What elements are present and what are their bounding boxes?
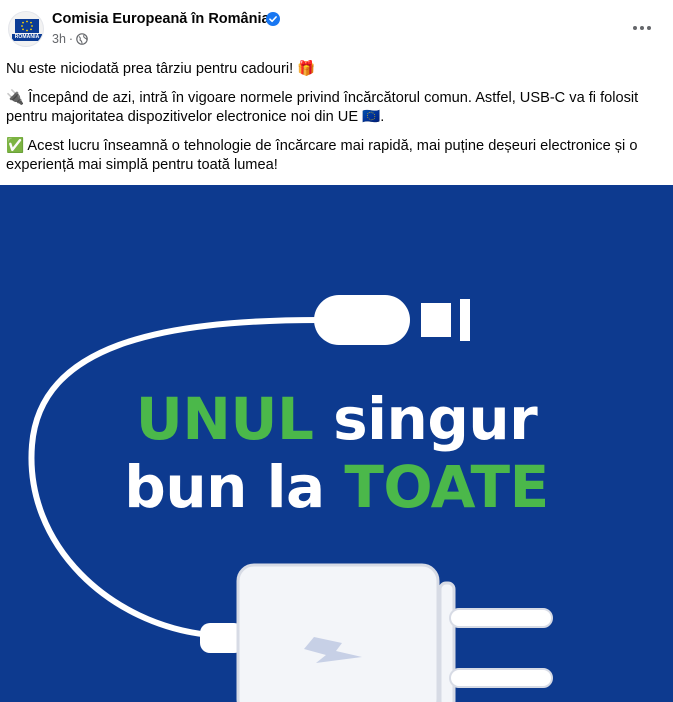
charger-prong-top	[449, 608, 553, 628]
charger-prong-bottom	[449, 668, 553, 688]
usb-c-connector-pin	[460, 299, 470, 341]
eu-flag-icon	[15, 19, 39, 33]
usb-c-connector-tip	[421, 303, 451, 337]
post-header: ROMÂNIA Comisia Europeană în România 3h ·	[0, 0, 673, 56]
post-paragraph-1: Nu este niciodată prea târziu pentru cad…	[6, 61, 316, 77]
avatar-country-label: ROMÂNIA	[12, 34, 42, 41]
post-text: Nu este niciodată prea târziu pentru cad…	[6, 60, 666, 185]
globe-icon[interactable]	[76, 33, 88, 45]
post-meta: 3h ·	[52, 32, 88, 46]
headline-line-2: bun la TOATE	[0, 453, 673, 521]
page-avatar[interactable]: ROMÂNIA	[8, 11, 44, 47]
more-options-button[interactable]	[628, 14, 656, 42]
page-name[interactable]: Comisia Europeană în România	[52, 11, 270, 27]
headline-word-toate: TOATE	[344, 453, 549, 521]
verified-badge-icon	[266, 12, 280, 26]
headline-word-bun-la: bun la	[124, 453, 345, 521]
headline-line-1: UNUL singur	[0, 385, 673, 453]
headline-word-unul: UNUL	[135, 385, 314, 453]
post-paragraph-3: ✅ Acest lucru înseamnă o tehnologie de î…	[6, 137, 638, 174]
meta-separator: ·	[68, 32, 74, 46]
more-options-icon	[633, 26, 651, 30]
post-paragraph-2: 🔌 Începând de azi, intră în vigoare norm…	[6, 89, 639, 126]
usb-c-connector-body	[314, 295, 410, 345]
charger-brick	[236, 563, 440, 702]
headline-word-singur: singur	[313, 385, 538, 453]
facebook-post: ROMÂNIA Comisia Europeană în România 3h ·…	[0, 0, 673, 702]
post-time[interactable]: 3h	[52, 32, 66, 46]
post-image[interactable]: UNUL singur bun la TOATE	[0, 185, 673, 702]
